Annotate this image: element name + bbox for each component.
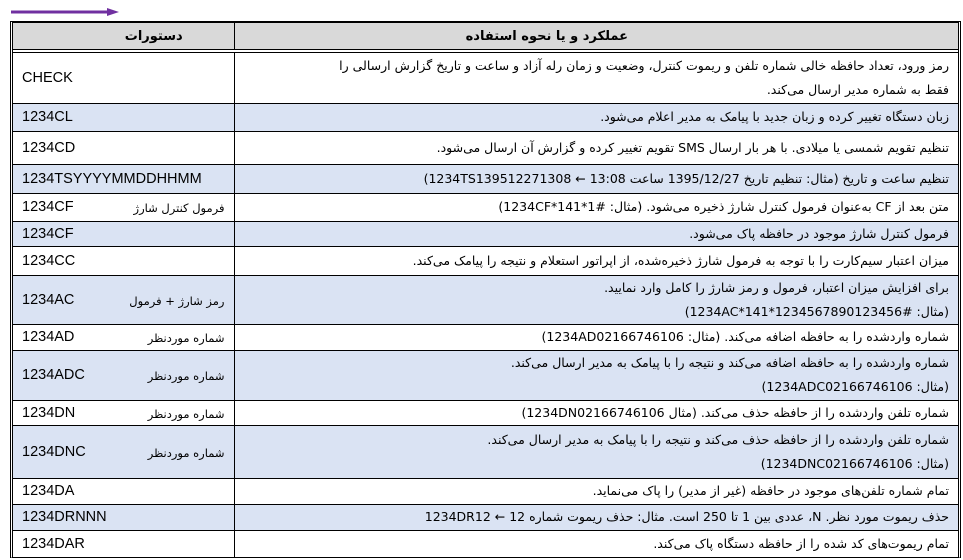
description-cell: شماره واردشده را به حافظه اضافه می‌کند و… bbox=[233, 349, 958, 401]
table-row: CHECK رمز ورود، تعداد حافظه خالی شماره تل… bbox=[13, 50, 958, 104]
command-cell: CHECK bbox=[13, 50, 235, 104]
command-code: 1234DN bbox=[22, 404, 76, 421]
description-line: زبان دستگاه تغییر کرده و زبان جدید با پی… bbox=[600, 109, 949, 124]
command-code: 1234DNC bbox=[22, 443, 86, 460]
command-cell: 1234CD bbox=[13, 130, 235, 165]
description-line: (مثال: 1234DNC02166746106) bbox=[760, 455, 949, 471]
description-line: متن بعد از CF به‌عنوان فرمول کنترل شارژ … bbox=[498, 199, 949, 214]
description-line: فقط به شماره مدیر ارسال می‌کند. bbox=[766, 81, 949, 97]
description-cell: شماره واردشده را به حافظه اضافه می‌کند. … bbox=[233, 323, 958, 351]
command-parameter-label: فرمول کنترل شارژ bbox=[133, 201, 225, 215]
command-code: 1234AD bbox=[22, 329, 75, 345]
command-cell: شماره موردنظر 1234DNC bbox=[13, 424, 235, 479]
description-line: حذف ریموت مورد نظر. N، عددی بین 1 تا 250… bbox=[424, 509, 949, 524]
arrow-right-icon bbox=[11, 8, 119, 16]
table-row: 1234DA تمام شماره تلفن‌های موجود در حافظه… bbox=[13, 477, 958, 505]
description-line: شماره واردشده را به حافظه اضافه می‌کند و… bbox=[510, 355, 949, 370]
description-cell: تمام ریموت‌های کد شده را از حافظه دستگاه… bbox=[233, 529, 958, 557]
command-cell: شماره موردنظر 1234ADC bbox=[13, 349, 235, 401]
description-cell: شماره تلفن واردشده را از حافظه حذف می‌کن… bbox=[233, 399, 958, 426]
table-row: شماره موردنظر 1234AD شماره واردشده را به ح… bbox=[13, 323, 958, 351]
commands-table: دستورات عملکرد و یا نحوه استفاده CHECK رم… bbox=[10, 21, 961, 558]
command-code: 1234DRNNN bbox=[22, 509, 107, 525]
command-code: 1234AC bbox=[22, 291, 75, 308]
table-row: 1234TSYYYYMMDDHHMM تنظیم ساعت و تاریخ (مث… bbox=[13, 163, 958, 194]
description-cell: شماره تلفن واردشده را از حافظه حذف می‌کن… bbox=[233, 424, 958, 479]
command-code: 1234CC bbox=[22, 252, 76, 269]
description-line: تمام شماره تلفن‌های موجود در حافظه (غیر … bbox=[592, 483, 949, 498]
description-line: تمام ریموت‌های کد شده را از حافظه دستگاه… bbox=[653, 535, 949, 551]
command-parameter-label: شماره موردنظر bbox=[147, 331, 225, 345]
command-parameter-label: شماره موردنظر bbox=[147, 369, 225, 383]
command-cell: 1234CL bbox=[13, 102, 235, 132]
command-parameter-label: شماره موردنظر bbox=[147, 445, 225, 460]
description-line: برای افزایش میزان اعتبار، فرمول و رمز شا… bbox=[604, 279, 949, 295]
command-cell: شماره موردنظر 1234AD bbox=[13, 323, 235, 351]
command-parameter-label: رمز شارژ + فرمول bbox=[129, 293, 225, 308]
table-row: فرمول کنترل شارژ 1234CF متن بعد از CF به‌ع… bbox=[13, 192, 958, 222]
description-line: رمز ورود، تعداد حافظه خالی شماره تلفن و … bbox=[339, 57, 949, 73]
command-cell: 1234DA bbox=[13, 477, 235, 505]
description-cell: تنظیم تقویم شمسی یا میلادی. با هر بار ار… bbox=[233, 130, 958, 165]
description-column-header: عملکرد و یا نحوه استفاده bbox=[233, 23, 958, 53]
description-line: (مثال: 1234ADC02166746106) bbox=[761, 379, 949, 394]
description-line: شماره تلفن واردشده را از حافظه حذف می‌کن… bbox=[487, 431, 949, 447]
description-line: شماره واردشده را به حافظه اضافه می‌کند. … bbox=[541, 329, 950, 344]
description-cell: تمام شماره تلفن‌های موجود در حافظه (غیر … bbox=[233, 477, 958, 505]
description-cell: متن بعد از CF به‌عنوان فرمول کنترل شارژ … bbox=[233, 192, 958, 222]
table-row: 1234CD تنظیم تقویم شمسی یا میلادی. با هر … bbox=[13, 130, 958, 165]
table-header-row: دستورات عملکرد و یا نحوه استفاده bbox=[13, 23, 958, 53]
table-row: 1234CL زبان دستگاه تغییر کرده و زبان جدید… bbox=[13, 102, 958, 132]
description-cell: برای افزایش میزان اعتبار، فرمول و رمز شا… bbox=[233, 274, 958, 325]
description-cell: تنظیم ساعت و تاریخ (مثال: تنظیم تاریخ 13… bbox=[233, 163, 958, 194]
table-row: شماره موردنظر 1234DNC شماره تلفن واردشده ر… bbox=[13, 424, 958, 479]
command-parameter-label: شماره موردنظر bbox=[147, 406, 225, 421]
commands-column-header: دستورات bbox=[13, 23, 235, 53]
command-code: 1234CD bbox=[22, 139, 76, 156]
description-cell: زبان دستگاه تغییر کرده و زبان جدید با پی… bbox=[233, 102, 958, 132]
command-code: 1234CF bbox=[22, 225, 74, 242]
command-code: 1234DAR bbox=[22, 535, 85, 552]
command-code: 1234TSYYYYMMDDHHMM bbox=[22, 170, 202, 187]
description-cell: فرمول کنترل شارژ موجود در حافظه پاک می‌ش… bbox=[233, 220, 958, 247]
command-cell: شماره موردنظر 1234DN bbox=[13, 399, 235, 426]
command-cell: 1234DAR bbox=[13, 529, 235, 557]
command-code: 1234DA bbox=[22, 483, 75, 499]
table-row: 1234DAR تمام ریموت‌های کد شده را از حافظه… bbox=[13, 529, 958, 557]
command-code: 1234CF bbox=[22, 199, 74, 215]
description-cell: رمز ورود، تعداد حافظه خالی شماره تلفن و … bbox=[233, 50, 958, 104]
table-row: شماره موردنظر 1234ADC شماره واردشده را به … bbox=[13, 349, 958, 401]
table-row: شماره موردنظر 1234DN شماره تلفن واردشده را… bbox=[13, 399, 958, 426]
description-line: تنظیم تقویم شمسی یا میلادی. با هر بار ار… bbox=[436, 139, 949, 155]
description-line: میزان اعتبار سیم‌کارت را با توجه به فرمو… bbox=[412, 252, 949, 268]
description-cell: میزان اعتبار سیم‌کارت را با توجه به فرمو… bbox=[233, 245, 958, 276]
command-cell: 1234DRNNN bbox=[13, 503, 235, 531]
description-line: فرمول کنترل شارژ موجود در حافظه پاک می‌ش… bbox=[689, 225, 949, 241]
table-row: 1234CF فرمول کنترل شارژ موجود در حافظه پا… bbox=[13, 220, 958, 247]
description-line: تنظیم ساعت و تاریخ (مثال: تنظیم تاریخ 13… bbox=[423, 170, 949, 186]
command-cell: فرمول کنترل شارژ 1234CF bbox=[13, 192, 235, 222]
command-cell: 1234TSYYYYMMDDHHMM bbox=[13, 163, 235, 194]
table-row: 1234DRNNN حذف ریموت مورد نظر. N، عددی بین… bbox=[13, 503, 958, 531]
command-cell: 1234CF bbox=[13, 220, 235, 247]
description-line: (مثال: #1234AC*141*1234567890123456) bbox=[684, 303, 949, 319]
command-cell: رمز شارژ + فرمول 1234AC bbox=[13, 274, 235, 325]
command-code: 1234CL bbox=[22, 109, 73, 125]
command-code: CHECK bbox=[22, 69, 73, 86]
table-row: 1234CC میزان اعتبار سیم‌کارت را با توجه ب… bbox=[13, 245, 958, 276]
command-cell: 1234CC bbox=[13, 245, 235, 276]
description-cell: حذف ریموت مورد نظر. N، عددی بین 1 تا 250… bbox=[233, 503, 958, 531]
description-line: شماره تلفن واردشده را از حافظه حذف می‌کن… bbox=[521, 404, 949, 420]
table-row: رمز شارژ + فرمول 1234AC برای افزایش میزان … bbox=[13, 274, 958, 325]
command-code: 1234ADC bbox=[22, 367, 85, 383]
